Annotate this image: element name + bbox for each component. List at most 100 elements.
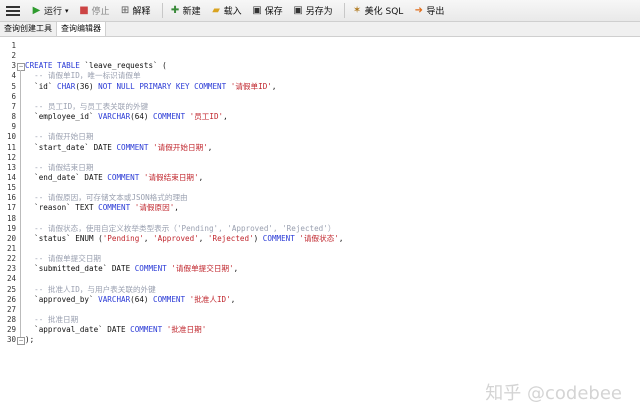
code-token: , (271, 81, 277, 91)
code-token: -- 批准人ID，与用户表关联的外键 (25, 284, 156, 294)
code-token: -- 请假原因，可存储文本或JSON格式的理由 (25, 193, 188, 203)
code-token: -- 请假状态，使用自定义枚举类型表示（'Pending', 'Approved… (25, 223, 336, 233)
line-number: 27 (6, 304, 16, 314)
run-button[interactable]: ▶ 运行 ▾ (28, 1, 72, 20)
line-number: 12 (6, 152, 16, 162)
fold-end-icon: − (17, 336, 25, 345)
toolbar-divider (343, 3, 345, 18)
line-number: 1 (11, 41, 16, 50)
code-token: , (230, 294, 236, 304)
code-line: -- 请假单提交日期 (25, 254, 101, 264)
code-line: `approved_by` VARCHAR(64) COMMENT '批准人ID… (25, 295, 235, 305)
code-token: '请假结束日期' (143, 172, 199, 182)
line-number: 30 (6, 335, 16, 345)
toolbar-divider (161, 3, 163, 18)
code-token: COMMENT (153, 294, 186, 304)
export-button[interactable]: ➜ 导出 (410, 1, 447, 20)
code-line: `approval_date` DATE COMMENT '批准日期' (25, 325, 206, 335)
code-token: COMMENT (134, 264, 167, 274)
code-line: -- 请假单ID，唯一标识请假单 (25, 71, 141, 81)
code-token: `leave_requests` ( (79, 61, 167, 71)
export-icon: ➜ (414, 5, 423, 16)
code-line: CREATE TABLE `leave_requests` ( (25, 61, 167, 71)
save-as-button[interactable]: ▣ 另存为 (290, 1, 336, 20)
hamburger-menu-icon[interactable] (6, 1, 20, 20)
line-number: 20 (6, 233, 16, 243)
code-token: -- 批准日期 (25, 315, 79, 325)
save-icon: ▣ (252, 5, 262, 16)
code-line: -- 请假状态，使用自定义枚举类型表示（'Pending', 'Approved… (25, 224, 335, 234)
code-token: , (174, 203, 179, 213)
run-label: 运行 (44, 7, 63, 17)
code-line: `employee_id` VARCHAR(64) COMMENT '员工ID'… (25, 112, 228, 122)
line-number: 4 (11, 71, 16, 81)
new-file-icon: ✚ (170, 5, 180, 16)
code-token: 'Approved' (153, 233, 199, 243)
code-token: `status` ENUM ( (25, 233, 103, 243)
load-button[interactable]: ▰ 载入 (208, 1, 245, 20)
dropdown-arrow-icon[interactable]: ▾ (65, 7, 69, 15)
code-token: -- 请假单ID，唯一标识请假单 (25, 71, 141, 81)
code-line: -- 批准人ID，与用户表关联的外键 (25, 285, 156, 295)
code-token: COMMENT (153, 112, 186, 122)
line-number: 10 (6, 132, 16, 142)
line-number: 29 (6, 325, 16, 335)
code-token: `approval_date` DATE (25, 325, 131, 335)
stop-button[interactable]: ■ 停止 (76, 1, 113, 20)
code-token: '请假原因' (134, 203, 175, 213)
code-token: COMMENT (262, 233, 295, 243)
line-number: 22 (6, 254, 16, 264)
code-token: (36) (75, 81, 99, 91)
code-token: NOT NULL PRIMARY KEY COMMENT (98, 81, 227, 91)
code-line: `status` ENUM ('Pending', 'Approved', 'R… (25, 233, 343, 244)
export-label: 导出 (426, 7, 445, 17)
code-token: '批准日期' (166, 325, 207, 335)
code-token: ); (25, 335, 35, 345)
tab-query-editor[interactable]: 查询编辑器 (57, 22, 106, 36)
code-token: '请假单提交日期' (171, 264, 234, 274)
fold-gutter: − − (16, 37, 25, 419)
code-line: -- 请假开始日期 (25, 132, 93, 142)
fold-collapse-icon[interactable]: − (17, 62, 25, 71)
line-number: 9 (11, 122, 16, 132)
line-number: 25 (6, 284, 16, 294)
watermark: 知乎 @codebee (485, 383, 622, 404)
code-line: `reason` TEXT COMMENT '请假原因', (25, 203, 179, 213)
code-token: -- 请假结束日期 (25, 162, 94, 172)
line-number: 6 (11, 91, 16, 101)
line-number: 24 (6, 274, 16, 284)
line-number: 15 (6, 183, 16, 193)
new-button[interactable]: ✚ 新建 (167, 1, 204, 20)
code-token: , (223, 112, 228, 122)
code-line: -- 请假原因，可存储文本或JSON格式的理由 (25, 193, 188, 203)
save-as-icon: ▣ (293, 5, 303, 16)
code-token: `employee_id` (25, 112, 99, 122)
new-label: 新建 (182, 7, 201, 17)
save-label: 保存 (264, 7, 283, 17)
code-token: -- 请假开始日期 (25, 132, 94, 142)
code-line: `id` CHAR(36) NOT NULL PRIMARY KEY COMME… (25, 82, 276, 92)
code-token: ) (253, 233, 263, 243)
code-token: COMMENT (130, 325, 163, 335)
code-token: , (143, 233, 154, 243)
tab-bar: 查询创建工具 查询编辑器 (0, 22, 640, 37)
code-token: VARCHAR (98, 294, 131, 304)
save-button[interactable]: ▣ 保存 (249, 1, 286, 20)
play-icon: ▶ (32, 5, 41, 16)
beautify-sql-button[interactable]: ✶ 美化 SQL (349, 1, 407, 20)
line-number: 11 (6, 142, 16, 152)
explain-label: 解释 (132, 7, 151, 17)
sql-editor[interactable]: 1 2 3 4 5 6 7 8 9 10 11 12 13 14 15 16 17 18 19 20 21 22 23 24 2… (0, 37, 640, 419)
explain-icon: ⊞ (120, 5, 130, 16)
code-token: , (198, 233, 208, 243)
code-token: '请假单ID' (230, 81, 272, 91)
line-number: 13 (6, 162, 16, 172)
code-line: `submitted_date` DATE COMMENT '请假单提交日期', (25, 264, 238, 274)
code-token: , (198, 172, 204, 182)
line-number: 28 (6, 315, 16, 325)
line-number: 21 (6, 244, 16, 253)
toolbar: ▶ 运行 ▾ ■ 停止 ⊞ 解释 ✚ 新建 ▰ 载入 ▣ 保存 ▣ 另存为 ✶ … (0, 0, 640, 22)
explain-button[interactable]: ⊞ 解释 (117, 1, 154, 20)
line-number: 2 (11, 51, 16, 61)
tab-query-builder[interactable]: 查询创建工具 (0, 22, 57, 36)
